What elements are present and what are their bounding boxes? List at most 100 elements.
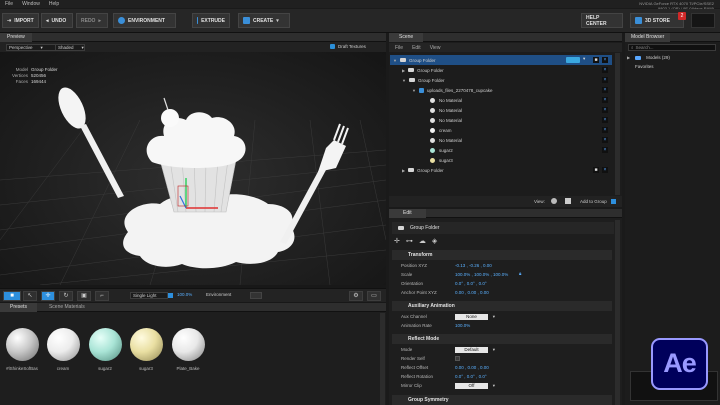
tree-row-material[interactable]: No Material × [390,95,612,105]
scene-menu-edit[interactable]: Edit [412,45,421,51]
camera-select[interactable]: Perspective ▾ [6,44,56,51]
mirror-clip-select[interactable]: Off [455,382,495,389]
lock-icon[interactable]: 🔒︎ [519,271,521,276]
tree-row-group-folder[interactable]: ▶ Group Folder ■ × [390,165,612,175]
model-browser-item[interactable]: ▶ Models (29) [627,55,670,60]
help-center-button[interactable]: HELP CENTER [581,13,623,28]
environment-button[interactable]: ENVIRONMENT [113,13,176,28]
camera-tool-button[interactable]: ■ [3,291,21,301]
chevron-down-icon[interactable]: ▾ [583,56,585,62]
3d-store-button[interactable]: 3D STORE [630,13,684,28]
tree-row-material[interactable]: sugar2 × [390,145,612,155]
material-swatch[interactable] [89,328,122,361]
tab-preview[interactable]: Preview [0,32,32,42]
light-mode-select[interactable]: Single Light [130,292,168,299]
lock-icon[interactable]: × [602,77,608,83]
scene-menu-view[interactable]: View [430,45,441,51]
tab-edit[interactable]: Edit [389,208,426,218]
import-button[interactable]: ⇥ IMPORT [2,13,39,28]
scene-scrollbar[interactable] [615,53,620,195]
rotate-tool-button[interactable]: ↻ [59,291,73,301]
lock-icon[interactable]: × [602,127,608,133]
reflect-offset-value[interactable]: 0.00 , 0.00 , 0.00 [455,365,489,370]
material-ball-icon [430,97,435,103]
group-symmetry-section-header[interactable]: Group Symmetry [392,395,612,405]
material-swatch[interactable] [172,328,205,361]
settings-button[interactable]: ⚙ [349,291,363,301]
reflect-rotation-value[interactable]: 0.0° , 0.0° , 0.0° [455,374,487,379]
tab-scene-materials[interactable]: Scene Materials [37,303,97,312]
layers-icon[interactable]: ◈ [432,237,437,245]
3d-viewport[interactable] [0,52,386,285]
scene-render [0,87,386,285]
link-icon[interactable]: ⊶ [406,237,413,245]
tree-row-material[interactable]: No Material × [390,135,612,145]
anchor-tool-button[interactable]: ⌐ [95,291,109,301]
scale-tool-button[interactable]: ▣ [77,291,91,301]
tab-scene[interactable]: Scene [389,32,424,42]
material-swatch[interactable] [6,328,39,361]
cloud-icon[interactable]: ☁ [419,237,426,245]
lock-icon[interactable]: × [602,67,608,73]
redo-button[interactable]: REDO ▸ [76,13,108,28]
lock-icon[interactable]: × [602,167,608,173]
tree-row-material[interactable]: No Material × [390,115,612,125]
render-self-checkbox[interactable] [455,356,460,361]
animation-rate-value[interactable]: 100.0% [455,323,470,328]
tree-row-group-folder[interactable]: ▼ Group Folder × [390,75,612,85]
tab-presets[interactable]: Presets [0,302,37,312]
add-to-group-checkbox[interactable] [611,199,616,204]
move-icon[interactable]: ✛ [394,237,400,245]
environment-toggle[interactable] [250,292,262,299]
lock-icon[interactable]: × [602,57,608,63]
reflect-mode-select[interactable]: Default [455,346,495,353]
tree-row-material[interactable]: No Material × [390,105,612,115]
view-toggle-icon[interactable] [551,198,557,204]
lock-icon[interactable]: × [602,107,608,113]
tab-model-browser[interactable]: Model Browser [625,32,671,42]
light-intensity-value[interactable]: 100.0% [177,292,192,297]
menu-file[interactable]: File [5,1,13,7]
tree-row-group-folder[interactable]: ▶ Group Folder × [390,65,612,75]
light-color-icon[interactable] [168,293,173,298]
fullscreen-button[interactable]: ▭ [367,291,381,301]
anchor-value[interactable]: 0.00 , 0.00 , 0.00 [455,290,489,295]
lock-icon[interactable]: × [602,147,608,153]
aux-channel-select[interactable]: None [455,313,495,320]
lock-icon[interactable]: × [602,117,608,123]
move-tool-button[interactable]: ✛ [41,291,55,301]
position-value[interactable]: -0.13 , -0.26 , 0.00 [455,263,492,268]
model-browser-item[interactable]: Favorites [635,64,654,69]
model-search-field[interactable]: ⌕ Search... [628,44,716,51]
select-tool-button[interactable]: ↖ [23,291,37,301]
visibility-icon[interactable]: ■ [593,167,599,173]
undo-button[interactable]: ◂ UNDO [41,13,73,28]
scene-menu-file[interactable]: File [395,45,403,51]
menu-window[interactable]: Window [22,1,40,7]
lock-icon[interactable]: × [602,97,608,103]
lock-icon[interactable]: × [602,137,608,143]
menu-help[interactable]: Help [49,1,59,7]
row-toggle-icon[interactable] [566,57,580,63]
shading-select[interactable]: Shaded ▾ [55,44,85,51]
aux-animation-section-header[interactable]: Auxiliary Animation [392,301,612,311]
tree-row-material[interactable]: sugar3 [390,155,612,165]
add-to-group-button[interactable]: Add to Group [580,199,607,204]
tree-row-group-folder[interactable]: ▼ Group Folder ▾ ■ × [390,55,612,65]
visibility-icon[interactable]: ■ [593,57,599,63]
transform-section-header[interactable]: Transform [392,250,612,260]
orientation-value[interactable]: 0.0° , 0.0° , 0.0° [455,281,487,286]
material-swatch[interactable] [47,328,80,361]
presets-scrollbar[interactable] [380,313,385,405]
extrude-button[interactable]: EXTRUDE [192,13,230,28]
material-swatch[interactable] [130,328,163,361]
create-button[interactable]: CREATE ▾ [238,13,290,28]
view-toggle-icon-2[interactable] [565,198,571,204]
lock-icon[interactable]: × [602,87,608,93]
draft-textures-toggle[interactable]: Draft Textures [330,44,366,49]
edit-scrollbar[interactable] [615,220,620,405]
reflect-mode-section-header[interactable]: Reflect Mode [392,334,612,344]
scale-value[interactable]: 100.0% , 100.0% , 100.0% [455,272,508,277]
tree-row-mesh[interactable]: ▼ uploads_files_2270478_cupcake × [390,85,612,95]
tree-row-material[interactable]: cream × [390,125,612,135]
